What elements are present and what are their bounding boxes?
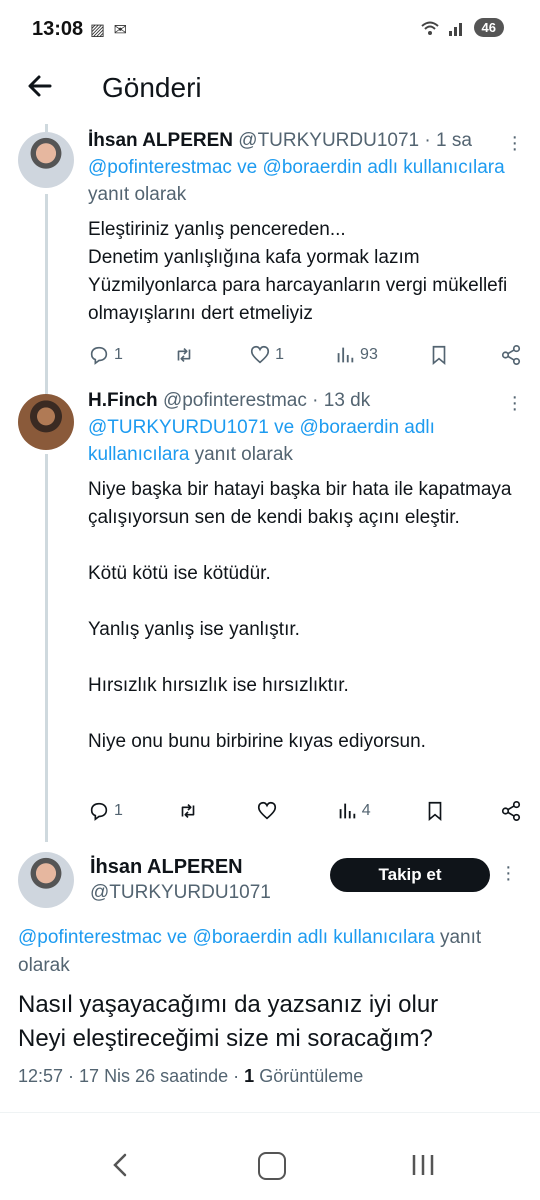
message-icon: ✉ bbox=[113, 22, 129, 39]
tweet-actions: 1 1 93 bbox=[88, 340, 522, 370]
tweet-text: Nasıl yaşayacağımı da yazsanız iyi olur … bbox=[18, 991, 439, 1052]
share-icon bbox=[501, 345, 521, 365]
views-button[interactable]: 93 bbox=[334, 344, 378, 366]
author-handle[interactable]: @TURKYURDU1071 bbox=[238, 130, 419, 151]
battery-indicator: 46 bbox=[473, 18, 504, 37]
system-nav-bar bbox=[0, 1140, 540, 1200]
bookmark-icon bbox=[428, 801, 442, 822]
divider bbox=[0, 1112, 540, 1113]
reply-context: @pofinterestmac ve @boraerdin adlı kulla… bbox=[18, 924, 533, 980]
heart-icon bbox=[250, 345, 270, 364]
author-name[interactable]: İhsan ALPEREN bbox=[88, 130, 233, 151]
author-name[interactable]: H.Finch bbox=[88, 390, 158, 411]
reply-suffix: yanıt olarak bbox=[194, 444, 293, 465]
reply-suffix: yanıt olarak bbox=[88, 184, 187, 205]
views-icon bbox=[337, 347, 354, 363]
reply-count: 1 bbox=[114, 346, 123, 363]
tweet-meta: 12:57 · 17 Nis 26 saatinde · 1 Görüntüle… bbox=[18, 1066, 363, 1087]
recents-nav-icon[interactable] bbox=[410, 1152, 436, 1178]
retweet-icon bbox=[177, 347, 191, 363]
thread-line bbox=[45, 194, 48, 394]
arrow-left-icon[interactable] bbox=[24, 70, 56, 102]
like-button[interactable] bbox=[256, 800, 282, 822]
reply-context: @pofinterestmac ve @boraerdin adlı kulla… bbox=[88, 154, 522, 208]
tweet-header: H.Finch @pofinterestmac · 13 dk bbox=[88, 390, 522, 412]
follow-button[interactable]: Takip et bbox=[330, 858, 490, 892]
share-icon bbox=[501, 801, 521, 821]
page-title: Gönderi bbox=[102, 72, 202, 103]
views-count: 4 bbox=[361, 802, 371, 819]
author-name[interactable]: İhsan ALPEREN bbox=[90, 856, 243, 879]
tweet-actions: 1 4 bbox=[88, 796, 522, 826]
avatar[interactable] bbox=[18, 394, 74, 450]
views-count: 1 bbox=[244, 1066, 255, 1086]
like-button[interactable]: 1 bbox=[249, 344, 284, 366]
battery-level: 46 bbox=[481, 20, 496, 35]
retweet-icon bbox=[181, 803, 194, 819]
gallery-icon: ▨ bbox=[90, 22, 108, 39]
thread-line bbox=[45, 124, 48, 132]
tweet-date: 12:57 · 17 Nis 26 saatinde · bbox=[18, 1066, 240, 1086]
tweet-time: · 1 sa bbox=[424, 130, 472, 151]
reply-count: 1 bbox=[114, 802, 123, 819]
bookmark-icon bbox=[432, 345, 446, 366]
tweet-text: Niye başka bir hatayi başka bir hata ile… bbox=[88, 479, 512, 752]
like-count: 1 bbox=[275, 346, 284, 363]
avatar[interactable] bbox=[18, 132, 74, 188]
reply-icon bbox=[90, 802, 108, 821]
status-right: 46 bbox=[420, 18, 504, 37]
status-bar: 13:08 ▨ ✉ 46 bbox=[0, 0, 540, 60]
top-bar: Gönderi bbox=[0, 60, 540, 124]
bookmark-button[interactable] bbox=[424, 800, 446, 822]
views-icon bbox=[339, 803, 356, 819]
tweet-header: İhsan ALPEREN @TURKYURDU1071 · 1 sa bbox=[88, 130, 522, 152]
status-time: 13:08 bbox=[32, 18, 84, 40]
author-handle[interactable]: @pofinterestmac bbox=[163, 390, 307, 411]
bookmark-button[interactable] bbox=[428, 344, 450, 366]
wifi-icon bbox=[420, 21, 439, 35]
views-label[interactable]: Görüntüleme bbox=[259, 1066, 363, 1086]
author-handle[interactable]: @TURKYURDU1071 bbox=[90, 882, 271, 904]
notification-icons: ▨ ✉ bbox=[90, 20, 129, 40]
tweet-time: · 13 dk bbox=[312, 390, 371, 411]
tweet-text: Eleştiriniz yanlış pencereden... Denetim… bbox=[88, 219, 508, 324]
thread-line bbox=[45, 454, 48, 842]
heart-icon bbox=[258, 801, 277, 820]
share-button[interactable] bbox=[500, 800, 522, 822]
mention-links[interactable]: @pofinterestmac ve @boraerdin adlı kulla… bbox=[88, 157, 505, 178]
reply-button[interactable]: 1 bbox=[88, 800, 123, 822]
mention-links[interactable]: @pofinterestmac ve @boraerdin adlı kulla… bbox=[18, 927, 435, 948]
avatar[interactable] bbox=[18, 852, 74, 908]
more-options-icon[interactable]: · · · bbox=[505, 857, 512, 889]
reply-context: @TURKYURDU1071 ve @boraerdin adlı kullan… bbox=[88, 414, 522, 468]
reply-button[interactable]: 1 bbox=[88, 344, 123, 366]
signal-icon bbox=[448, 22, 462, 36]
reply-icon bbox=[90, 346, 108, 365]
views-count: 93 bbox=[360, 346, 378, 363]
share-button[interactable] bbox=[500, 344, 522, 366]
back-nav-icon[interactable] bbox=[106, 1150, 136, 1180]
home-nav-icon[interactable] bbox=[258, 1152, 286, 1180]
retweet-button[interactable] bbox=[177, 800, 203, 822]
views-button[interactable]: 4 bbox=[336, 800, 371, 822]
retweet-button[interactable] bbox=[173, 344, 199, 366]
